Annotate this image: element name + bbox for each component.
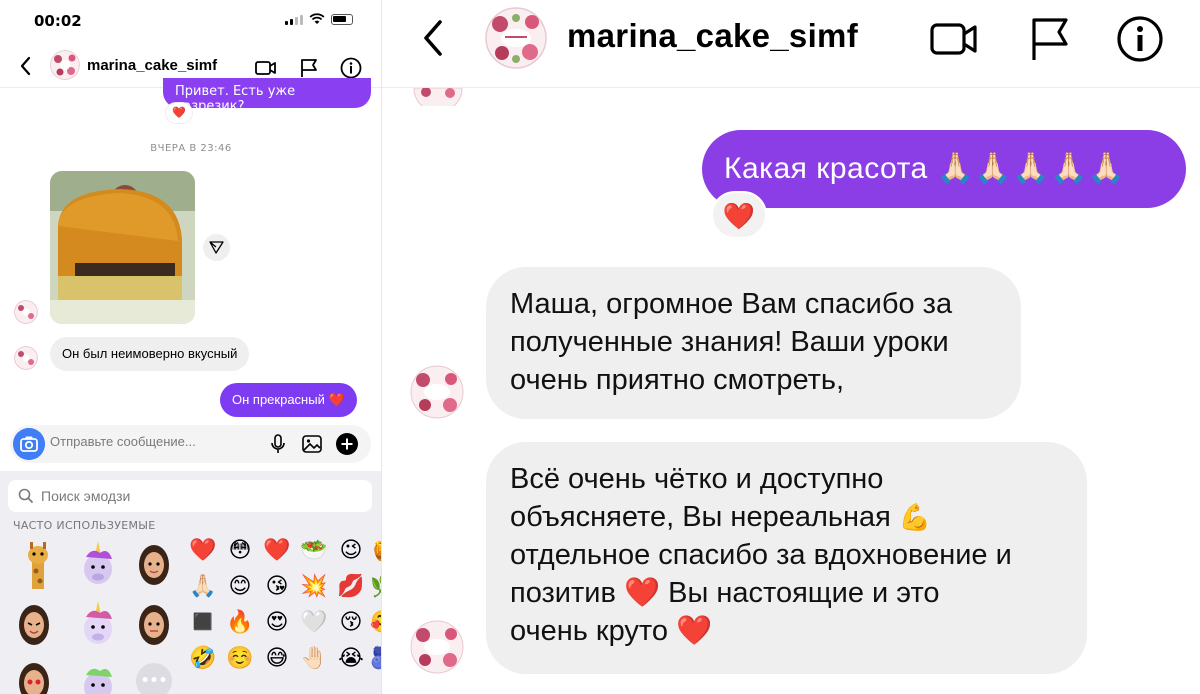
emoji-key[interactable]: ❤️ xyxy=(261,535,293,567)
avatar xyxy=(14,300,38,324)
message-line: Всё очень чётко и доступно xyxy=(510,463,884,495)
emoji-key[interactable]: 💥 xyxy=(298,571,330,603)
more-stickers-button[interactable]: ••• xyxy=(136,663,172,694)
message-composer xyxy=(10,425,371,463)
message-line: полученные знания! Ваши уроки xyxy=(510,326,949,358)
emoji-search-input[interactable] xyxy=(41,488,341,504)
incoming-message[interactable]: Маша, огромное Вам спасибо за полученные… xyxy=(486,267,1021,419)
emoji-key[interactable]: 🤍 xyxy=(298,607,330,639)
emoji-key[interactable]: 💋 xyxy=(335,571,367,603)
outgoing-message[interactable]: Какая красота 🙏🏻🙏🏻🙏🏻🙏🏻🙏🏻 xyxy=(702,130,1186,208)
back-chevron-icon[interactable] xyxy=(420,16,446,60)
screenshot-collage: 00:02 marina_cake_simf Привет. Есть уже … xyxy=(0,0,1200,694)
emoji-key[interactable]: 😳 xyxy=(224,535,256,567)
cake-photo[interactable] xyxy=(50,171,195,324)
message-line: очень приятно смотреть, xyxy=(510,364,845,396)
avatar[interactable] xyxy=(50,50,80,80)
emoji-key[interactable]: 🥗 xyxy=(298,535,330,567)
emoji-key[interactable]: 😘 xyxy=(261,571,293,603)
giraffe-memoji-icon[interactable] xyxy=(18,539,58,589)
right-chat-zoomed: marina_cake_simf Какая красота 🙏🏻🙏🏻🙏🏻🙏🏻🙏… xyxy=(382,0,1200,694)
message-input[interactable] xyxy=(50,434,230,449)
message-text: очень круто xyxy=(510,615,668,647)
emoji-key[interactable]: 🌿 xyxy=(368,571,381,603)
emoji-key[interactable]: ◼️ xyxy=(187,607,219,639)
message-line: объясняете, Вы нереальная 💪 xyxy=(510,498,1063,536)
emoji-key[interactable]: 😭 xyxy=(335,643,367,675)
heart-emoji: ❤️ xyxy=(676,615,713,647)
avatar xyxy=(410,620,464,674)
heart-reaction[interactable]: ❤️ xyxy=(711,191,767,239)
status-time: 00:02 xyxy=(34,12,82,30)
emoji-key[interactable]: 🙏🏻 xyxy=(187,571,219,603)
emoji-key[interactable]: 🍯 xyxy=(368,535,381,567)
emoji-key[interactable]: 🫐 xyxy=(368,643,381,675)
signal-icon xyxy=(285,14,303,25)
avatar xyxy=(410,365,464,419)
frequently-used-label: ЧАСТО ИСПОЛЬЗУЕМЫЕ xyxy=(13,519,156,532)
wifi-icon xyxy=(309,13,325,24)
status-icons xyxy=(285,13,353,25)
heart-eyes-memoji-icon[interactable] xyxy=(14,657,54,694)
message-line: отдельное спасибо за вдохновение и xyxy=(510,539,1012,571)
emoji-key[interactable]: 😍 xyxy=(261,607,293,639)
flag-icon[interactable] xyxy=(297,56,321,80)
emoji-key[interactable]: 🤣 xyxy=(187,643,219,675)
left-chat-screen: 00:02 marina_cake_simf Привет. Есть уже … xyxy=(0,0,382,694)
avatar xyxy=(413,88,463,106)
emoji-key[interactable]: 🥰 xyxy=(368,607,381,639)
message-text: Вы настоящие и это xyxy=(668,577,940,609)
date-separator: ВЧЕРА В 23:46 xyxy=(150,143,232,154)
unicorn-memoji-icon[interactable] xyxy=(78,539,118,589)
heart-reaction[interactable]: ❤️ xyxy=(166,103,192,123)
emoji-search-bar[interactable] xyxy=(8,480,372,512)
emoji-key[interactable]: ☺️ xyxy=(224,643,256,675)
avatar xyxy=(14,346,38,370)
emoji-key[interactable]: 😚 xyxy=(335,607,367,639)
message-line: позитив ❤️ Вы настоящие и это xyxy=(510,574,1063,612)
message-line: очень круто ❤️ xyxy=(510,612,1063,650)
gallery-icon[interactable] xyxy=(300,432,324,456)
unicorn-memoji-icon[interactable] xyxy=(78,657,118,694)
heart-emoji: ❤️ xyxy=(623,577,661,609)
message-text: позитив xyxy=(510,577,616,609)
emoji-key[interactable]: 🔥 xyxy=(224,607,256,639)
info-icon[interactable] xyxy=(1115,14,1165,64)
chat-username[interactable]: marina_cake_simf xyxy=(567,17,858,55)
outgoing-message-partial[interactable]: Привет. Есть уже разрезик? xyxy=(163,78,371,108)
video-call-icon[interactable] xyxy=(929,14,979,64)
emoji-key[interactable]: 😉 xyxy=(335,535,367,567)
girl-memoji-icon[interactable] xyxy=(14,599,54,649)
incoming-message[interactable]: Он был неимоверно вкусный xyxy=(50,337,250,371)
girl-memoji-icon[interactable] xyxy=(134,599,174,649)
chat-header: marina_cake_simf xyxy=(382,0,1200,88)
video-call-icon[interactable] xyxy=(254,56,278,80)
emoji-key[interactable]: ❤️ xyxy=(187,535,219,567)
unicorn-memoji-icon[interactable] xyxy=(78,599,118,649)
flag-icon[interactable] xyxy=(1024,14,1074,64)
add-icon[interactable] xyxy=(335,432,359,456)
share-icon[interactable] xyxy=(203,234,230,261)
camera-icon[interactable] xyxy=(13,428,45,460)
message-text: объясняете, Вы нереальная xyxy=(510,501,891,533)
message-line: Маша, огромное Вам спасибо за xyxy=(510,288,953,320)
avatar[interactable] xyxy=(485,7,547,69)
chat-username[interactable]: marina_cake_simf xyxy=(87,57,217,74)
search-icon xyxy=(18,488,34,504)
emoji-key[interactable]: 😊 xyxy=(224,571,256,603)
microphone-icon[interactable] xyxy=(266,432,290,456)
emoji-keyboard: ЧАСТО ИСПОЛЬЗУЕМЫЕ ••• ❤️ 😳 ❤️ 🥗 😉 🍯 🙏🏻 … xyxy=(0,471,381,694)
back-chevron-icon[interactable] xyxy=(18,54,34,78)
info-icon[interactable] xyxy=(339,56,363,80)
emoji-key[interactable]: 😅 xyxy=(261,643,293,675)
girl-memoji-icon[interactable] xyxy=(134,539,174,589)
outgoing-message[interactable]: Он прекрасный ❤️ xyxy=(220,383,357,417)
emoji-key[interactable]: 🤚🏻 xyxy=(298,643,330,675)
incoming-message[interactable]: Всё очень чётко и доступно объясняете, В… xyxy=(486,442,1087,674)
battery-icon xyxy=(331,13,353,25)
muscle-emoji: 💪 xyxy=(898,502,932,532)
